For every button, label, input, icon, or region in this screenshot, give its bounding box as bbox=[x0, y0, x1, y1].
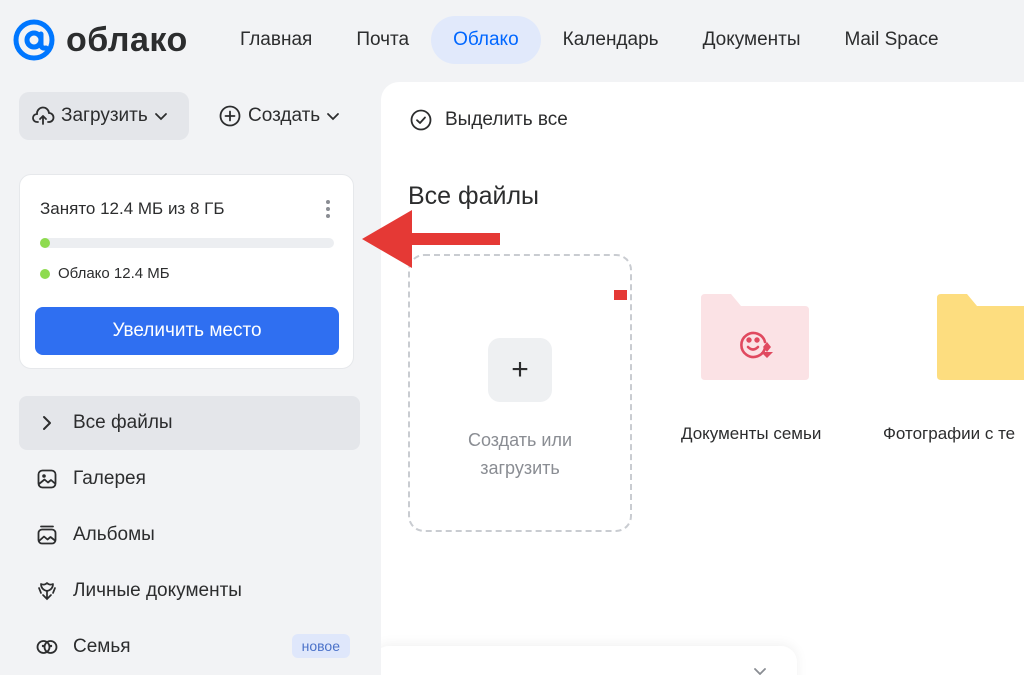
upload-label: Загрузить bbox=[61, 105, 148, 126]
folder-label: Документы семьи bbox=[681, 424, 822, 443]
sidebar-item-label: Все файлы bbox=[73, 412, 173, 433]
pink-folder-icon bbox=[701, 294, 809, 380]
at-logo-icon bbox=[13, 19, 55, 61]
documents-emblem-icon bbox=[38, 582, 56, 601]
create-or-upload-label: Создать или загрузить bbox=[410, 426, 630, 482]
brand-name: облако bbox=[66, 20, 188, 59]
chevron-right-icon bbox=[43, 416, 51, 430]
nav-item-mail[interactable]: Почта bbox=[334, 16, 431, 64]
annotation-marker bbox=[614, 290, 627, 300]
sidebar-item-label: Семья bbox=[73, 636, 131, 657]
sidebar-item-label: Личные документы bbox=[73, 580, 242, 601]
select-all-label: Выделить все bbox=[445, 109, 568, 130]
plus-icon: + bbox=[488, 338, 552, 402]
storage-progress-fill bbox=[40, 238, 50, 248]
create-label: Создать bbox=[248, 105, 321, 126]
storage-card: Занято 12.4 МБ из 8 ГБ Облако 12.4 МБ Ув… bbox=[19, 174, 354, 369]
upload-button[interactable]: Загрузить bbox=[19, 92, 189, 140]
annotation-arrow-icon bbox=[362, 210, 500, 268]
sidebar-item-gallery[interactable]: Галерея bbox=[19, 452, 360, 506]
page-title: Все файлы bbox=[408, 182, 540, 210]
check-circle-icon bbox=[410, 109, 432, 131]
yellow-folder-icon bbox=[937, 294, 1024, 380]
nav-item-home[interactable]: Главная bbox=[218, 16, 334, 64]
sidebar: Загрузить Создать Занято 12.4 МБ из 8 ГБ… bbox=[0, 82, 380, 675]
storage-usage-text: Занято 12.4 МБ из 8 ГБ bbox=[40, 199, 225, 218]
chevron-down-icon bbox=[154, 113, 167, 121]
plus-circle-icon bbox=[219, 105, 241, 127]
storage-legend-label: Облако 12.4 МБ bbox=[58, 265, 170, 282]
cloud-legend-dot bbox=[40, 268, 50, 279]
chevron-down-icon bbox=[327, 113, 340, 121]
albums-icon bbox=[37, 525, 57, 545]
create-button[interactable]: Создать bbox=[210, 92, 360, 140]
nav-item-cloud[interactable]: Облако bbox=[431, 16, 541, 64]
nav-item-calendar[interactable]: Календарь bbox=[541, 16, 681, 64]
folder-label: Фотографии с те bbox=[883, 424, 1016, 443]
create-or-upload-card[interactable]: + Создать или загрузить bbox=[408, 254, 632, 532]
more-options-icon[interactable] bbox=[325, 199, 331, 219]
storage-legend: Облако 12.4 МБ bbox=[40, 265, 170, 282]
family-icon bbox=[36, 640, 58, 654]
sidebar-nav: Все файлы Галерея Альбомы Личные докумен… bbox=[19, 396, 360, 675]
folder-family-documents[interactable] bbox=[701, 290, 809, 385]
nav-item-documents[interactable]: Документы bbox=[681, 16, 823, 64]
chevron-down-icon[interactable] bbox=[753, 664, 767, 675]
nav-item-mail-space[interactable]: Mail Space bbox=[823, 16, 961, 64]
sidebar-item-family[interactable]: Семья новое bbox=[19, 620, 360, 674]
cloud-upload-icon bbox=[32, 106, 55, 125]
upload-status-panel bbox=[381, 646, 797, 675]
sidebar-item-all-files[interactable]: Все файлы bbox=[19, 396, 360, 450]
increase-storage-button[interactable]: Увеличить место bbox=[35, 307, 339, 355]
top-nav: Главная Почта Облако Календарь Документы… bbox=[218, 16, 961, 64]
new-badge: новое bbox=[291, 634, 350, 658]
storage-progress-bar bbox=[40, 238, 334, 248]
main-content: Выделить все Все файлы + Создать или заг… bbox=[381, 82, 1024, 675]
folder-photos[interactable] bbox=[937, 290, 1024, 385]
sidebar-item-label: Альбомы bbox=[73, 524, 155, 545]
sidebar-item-label: Галерея bbox=[73, 468, 146, 489]
sidebar-item-albums[interactable]: Альбомы bbox=[19, 508, 360, 562]
top-header: облако Главная Почта Облако Календарь До… bbox=[0, 0, 1024, 82]
logo[interactable]: облако bbox=[12, 18, 188, 62]
create-label-line1: Создать или bbox=[467, 430, 573, 450]
create-label-line2: загрузить bbox=[480, 458, 560, 478]
sidebar-item-personal-documents[interactable]: Личные документы bbox=[19, 564, 360, 618]
gallery-icon bbox=[37, 469, 57, 489]
select-all-button[interactable]: Выделить все bbox=[409, 108, 568, 132]
